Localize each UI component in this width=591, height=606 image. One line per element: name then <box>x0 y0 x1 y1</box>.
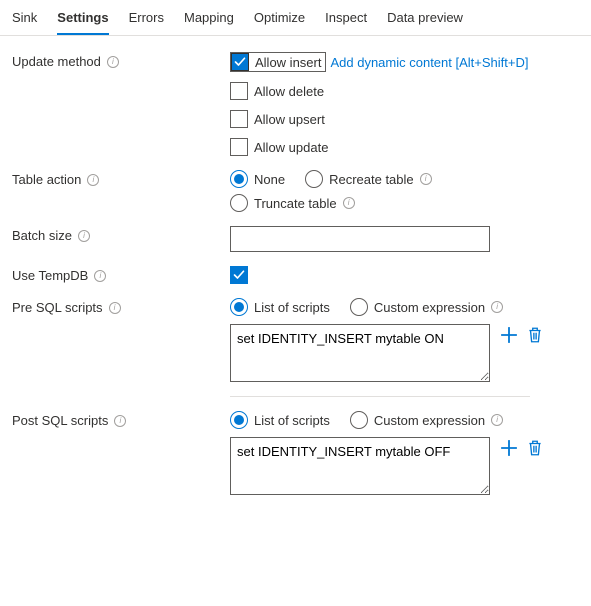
table-action-label: Table action <box>12 172 81 187</box>
allow-insert-checkbox[interactable]: Allow insert <box>230 52 326 72</box>
allow-update-label: Allow update <box>254 140 328 155</box>
post-sql-label: Post SQL scripts <box>12 413 108 428</box>
tab-errors[interactable]: Errors <box>129 6 164 35</box>
update-method-label: Update method <box>12 54 101 69</box>
pre-sql-custom-label: Custom expression <box>374 300 485 315</box>
info-icon[interactable] <box>114 415 126 427</box>
info-icon[interactable] <box>78 230 90 242</box>
table-action-recreate-radio[interactable]: Recreate table <box>305 170 432 188</box>
use-tempdb-checkbox[interactable] <box>230 266 248 284</box>
pre-sql-custom-radio[interactable]: Custom expression <box>350 298 503 316</box>
info-icon[interactable] <box>94 270 106 282</box>
allow-update-checkbox[interactable]: Allow update <box>230 138 528 156</box>
trash-icon[interactable] <box>526 439 544 457</box>
add-dynamic-content-link[interactable]: Add dynamic content [Alt+Shift+D] <box>330 55 528 70</box>
plus-icon[interactable] <box>500 326 518 344</box>
info-icon[interactable] <box>420 173 432 185</box>
trash-icon[interactable] <box>526 326 544 344</box>
allow-delete-checkbox[interactable]: Allow delete <box>230 82 528 100</box>
tab-data-preview[interactable]: Data preview <box>387 6 463 35</box>
batch-size-input[interactable] <box>230 226 490 252</box>
pre-sql-list-radio[interactable]: List of scripts <box>230 298 330 316</box>
info-icon[interactable] <box>109 302 121 314</box>
info-icon[interactable] <box>491 301 503 313</box>
batch-size-label: Batch size <box>12 228 72 243</box>
info-icon[interactable] <box>491 414 503 426</box>
plus-icon[interactable] <box>500 439 518 457</box>
post-sql-list-label: List of scripts <box>254 413 330 428</box>
allow-insert-label: Allow insert <box>255 55 321 70</box>
allow-delete-label: Allow delete <box>254 84 324 99</box>
divider <box>230 396 530 397</box>
table-action-none-radio[interactable]: None <box>230 170 285 188</box>
table-action-recreate-label: Recreate table <box>329 172 414 187</box>
table-action-truncate-radio[interactable]: Truncate table <box>230 194 355 212</box>
tab-sink[interactable]: Sink <box>12 6 37 35</box>
tab-bar: Sink Settings Errors Mapping Optimize In… <box>0 0 591 36</box>
post-sql-script-textarea[interactable] <box>230 437 490 495</box>
info-icon[interactable] <box>343 197 355 209</box>
use-tempdb-label: Use TempDB <box>12 268 88 283</box>
post-sql-custom-label: Custom expression <box>374 413 485 428</box>
table-action-truncate-label: Truncate table <box>254 196 337 211</box>
info-icon[interactable] <box>87 174 99 186</box>
tab-mapping[interactable]: Mapping <box>184 6 234 35</box>
tab-optimize[interactable]: Optimize <box>254 6 305 35</box>
tab-settings[interactable]: Settings <box>57 6 108 35</box>
info-icon[interactable] <box>107 56 119 68</box>
post-sql-custom-radio[interactable]: Custom expression <box>350 411 503 429</box>
post-sql-list-radio[interactable]: List of scripts <box>230 411 330 429</box>
pre-sql-label: Pre SQL scripts <box>12 300 103 315</box>
allow-upsert-checkbox[interactable]: Allow upsert <box>230 110 528 128</box>
table-action-none-label: None <box>254 172 285 187</box>
allow-upsert-label: Allow upsert <box>254 112 325 127</box>
pre-sql-script-textarea[interactable] <box>230 324 490 382</box>
tab-inspect[interactable]: Inspect <box>325 6 367 35</box>
pre-sql-list-label: List of scripts <box>254 300 330 315</box>
